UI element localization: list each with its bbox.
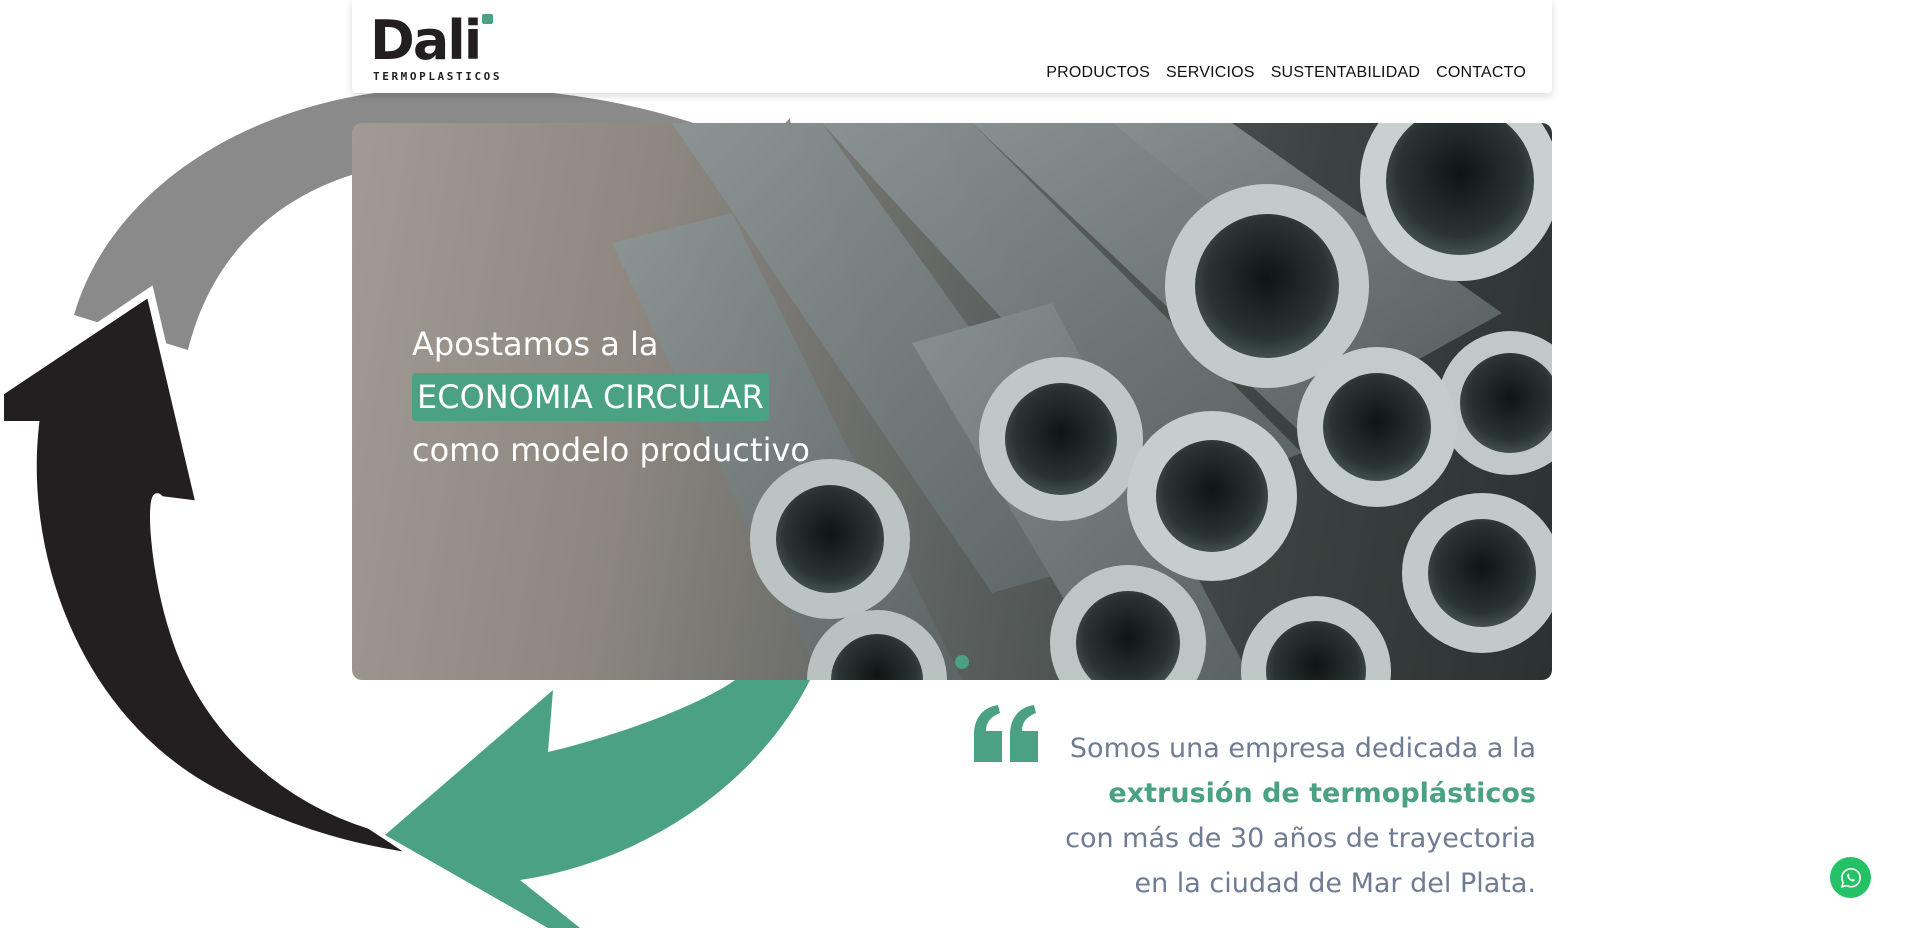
hero-banner[interactable]: Apostamos a la ECONOMIA CIRCULAR como mo…	[352, 123, 1552, 680]
brand-logo[interactable]: Dali TERMOPLASTICOS	[370, 9, 500, 86]
green-arrow	[385, 680, 810, 928]
page: Dali TERMOPLASTICOS PRODUCTOS SERVICIOS …	[0, 0, 1905, 928]
nav-item-sustentabilidad[interactable]: SUSTENTABILIDAD	[1271, 64, 1420, 82]
main-nav: PRODUCTOS SERVICIOS SUSTENTABILIDAD CONT…	[1046, 64, 1526, 82]
about-emphasis: extrusión de termoplásticos	[1108, 778, 1536, 809]
nav-item-contacto[interactable]: CONTACTO	[1436, 64, 1526, 82]
hero-highlight: ECONOMIA CIRCULAR	[412, 373, 769, 421]
hero-line-1: Apostamos a la	[412, 325, 659, 363]
about-part-1: Somos una empresa dedicada a la	[1069, 733, 1536, 764]
about-text: Somos una empresa dedicada a la extrusió…	[1060, 726, 1536, 906]
site-header: Dali TERMOPLASTICOS PRODUCTOS SERVICIOS …	[352, 0, 1552, 93]
brand-tagline: TERMOPLASTICOS	[373, 70, 503, 83]
nav-item-servicios[interactable]: SERVICIOS	[1166, 64, 1255, 82]
brand-name: Dali	[370, 9, 482, 72]
hero-headline: Apostamos a la ECONOMIA CIRCULAR como mo…	[412, 318, 810, 477]
hero-line-3: como modelo productivo	[412, 431, 810, 469]
nav-item-productos[interactable]: PRODUCTOS	[1046, 64, 1150, 82]
about-part-2: con más de 30 años de trayectoria en la …	[1065, 823, 1536, 899]
logo-accent-dot	[482, 14, 493, 24]
quote-icon	[974, 705, 1038, 762]
carousel-dot-active[interactable]	[955, 655, 969, 669]
whatsapp-icon	[1840, 867, 1861, 888]
whatsapp-button[interactable]	[1830, 857, 1871, 898]
